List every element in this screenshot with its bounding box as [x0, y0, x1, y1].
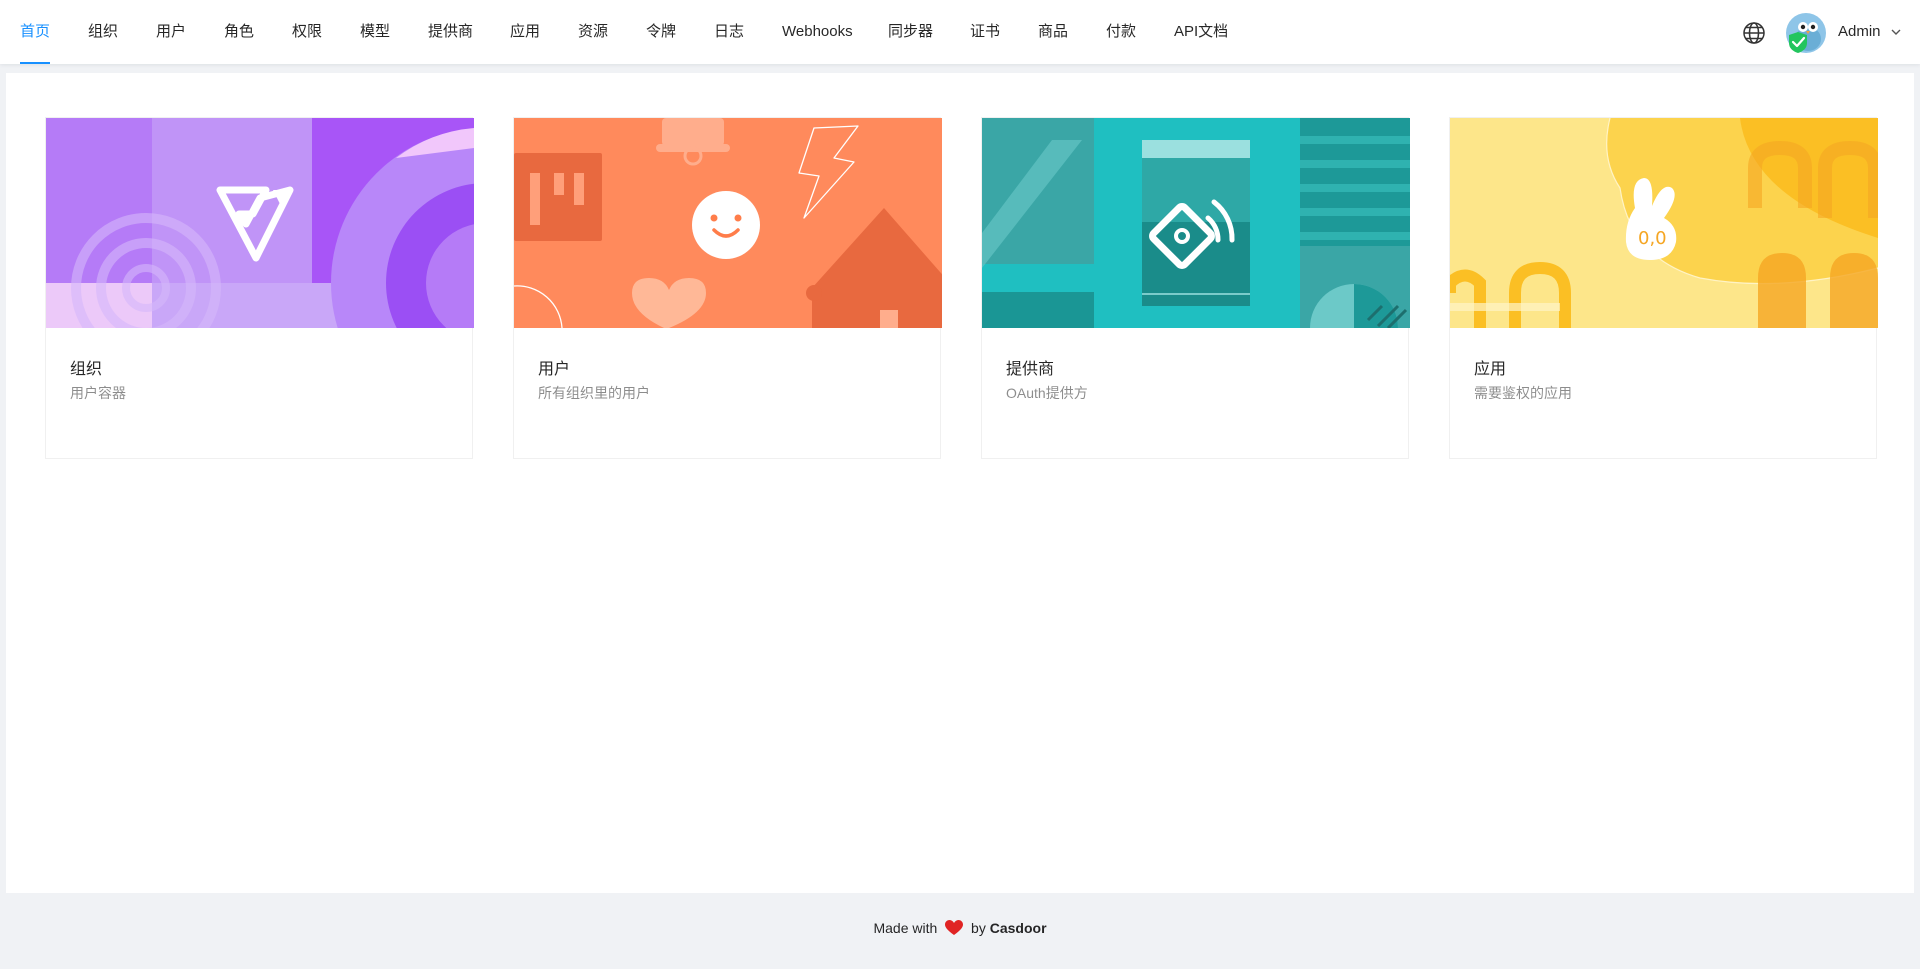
nav-item-applications[interactable]: 应用	[510, 0, 540, 64]
nav-item-certs[interactable]: 证书	[970, 0, 1000, 64]
card-description: 需要鉴权的应用	[1474, 385, 1572, 401]
footer-prefix: Made with	[873, 920, 938, 936]
nav-item-payments[interactable]: 付款	[1106, 0, 1136, 64]
chevron-down-icon[interactable]	[1890, 26, 1902, 38]
nav-item-tokens[interactable]: 令牌	[646, 0, 676, 64]
card-organizations[interactable]: 组织 用户容器	[45, 117, 474, 459]
nav-item-api-docs[interactable]: API文档	[1174, 0, 1228, 64]
heart-icon	[945, 920, 964, 935]
nav-item-home[interactable]: 首页	[20, 0, 51, 64]
nav-item-permissions[interactable]: 权限	[292, 0, 322, 64]
providers-cover-illustration	[982, 118, 1410, 328]
card-title: 提供商	[1006, 361, 1055, 378]
card-title: 应用	[1474, 361, 1507, 378]
footer-brand-link[interactable]: Casdoor	[990, 920, 1047, 936]
card-title: 组织	[70, 361, 103, 378]
nav-item-models[interactable]: 模型	[360, 0, 390, 64]
svg-text:0,0: 0,0	[1638, 228, 1667, 249]
users-cover-illustration	[514, 118, 942, 328]
applications-cover-illustration: 0,0	[1450, 118, 1878, 328]
nav-item-organizations[interactable]: 组织	[88, 0, 118, 64]
card-description: OAuth提供方	[1006, 385, 1088, 401]
home-content: 组织 用户容器 用户 所有组织里的用户 提供商 OAuth提供方 0,0 应用 …	[6, 73, 1914, 893]
nav-item-records[interactable]: 日志	[714, 0, 744, 64]
footer: Made with by Casdoor	[0, 920, 1920, 936]
nav-item-syncers[interactable]: 同步器	[888, 0, 933, 64]
card-providers[interactable]: 提供商 OAuth提供方	[981, 117, 1410, 459]
top-navigation-bar: 首页 组织 用户 角色 权限 模型 提供商 应用 资源 令牌 日志 Webhoo…	[0, 0, 1920, 64]
avatar[interactable]	[1786, 13, 1826, 53]
nav-item-products[interactable]: 商品	[1038, 0, 1068, 64]
card-users[interactable]: 用户 所有组织里的用户	[513, 117, 942, 459]
nav-item-providers[interactable]: 提供商	[428, 0, 473, 64]
nav-item-roles[interactable]: 角色	[224, 0, 254, 64]
nav-item-users[interactable]: 用户	[156, 0, 186, 64]
footer-by: by	[971, 920, 986, 936]
card-description: 用户容器	[70, 385, 126, 401]
card-applications[interactable]: 0,0 应用 需要鉴权的应用	[1449, 117, 1878, 459]
nav-item-resources[interactable]: 资源	[578, 0, 608, 64]
card-title: 用户	[538, 361, 571, 378]
user-name[interactable]: Admin	[1838, 0, 1881, 64]
organizations-cover-illustration	[46, 118, 474, 328]
nav-item-webhooks[interactable]: Webhooks	[782, 0, 853, 64]
globe-icon[interactable]	[1742, 21, 1766, 45]
card-description: 所有组织里的用户	[538, 385, 650, 401]
